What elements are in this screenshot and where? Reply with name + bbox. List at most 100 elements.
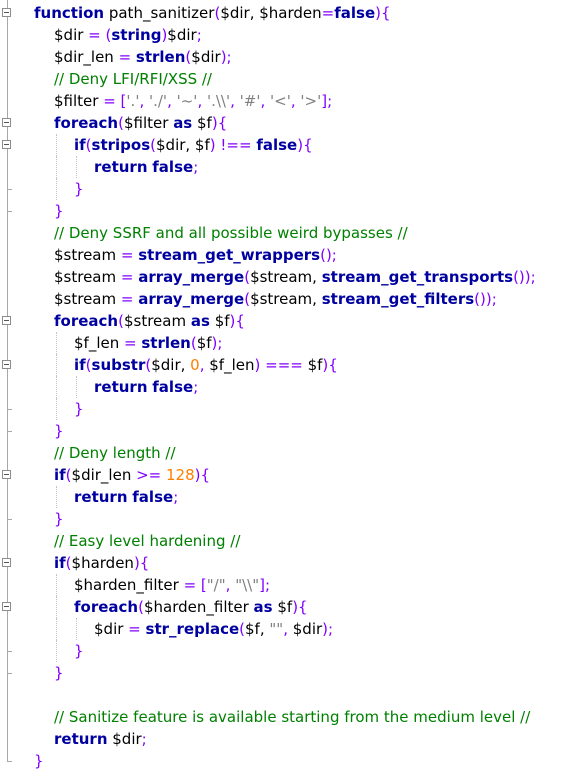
code-line[interactable]: if($dir_len >= 128){ [54, 464, 210, 486]
code-token: } [34, 752, 44, 770]
code-token: as [190, 312, 210, 330]
code-line[interactable]: // Sanitize feature is available startin… [54, 706, 530, 728]
code-token: "" [269, 620, 284, 638]
code-editor[interactable]: function path_sanitizer($dir, $harden=fa… [0, 0, 565, 775]
code-line[interactable]: return false; [74, 486, 178, 508]
code-token: string [111, 26, 162, 44]
code-line[interactable]: $stream = stream_get_wrappers(); [54, 244, 337, 266]
code-token: return [94, 378, 148, 396]
code-line[interactable]: $dir_len = strlen($dir); [54, 46, 232, 68]
code-token: $f [307, 356, 323, 374]
code-token: $filter [123, 114, 174, 132]
code-line[interactable]: } [54, 662, 64, 684]
indent-guide [56, 574, 57, 596]
code-line[interactable]: return false; [94, 156, 198, 178]
code-line[interactable]: // Deny LFI/RFI/XSS // [54, 68, 212, 90]
code-line[interactable]: } [74, 178, 84, 200]
code-token: '<' [270, 92, 291, 110]
code-line[interactable]: foreach($filter as $f){ [54, 112, 227, 134]
code-token: $f [192, 114, 212, 132]
code-token: $stream [123, 312, 191, 330]
code-line[interactable]: } [34, 750, 44, 772]
code-token: '>' [300, 92, 322, 110]
fold-toggle-icon[interactable] [2, 602, 11, 611]
code-token: } [54, 510, 64, 528]
code-token: // Deny LFI/RFI/XSS // [54, 70, 212, 88]
code-token: $filter [54, 92, 104, 110]
indent-guide [56, 134, 57, 156]
code-token: ]; [321, 92, 333, 110]
code-line[interactable]: $filter = ['.', './', '~', '.\\', '#', '… [54, 90, 332, 112]
fold-toggle-icon[interactable] [2, 470, 11, 479]
code-line[interactable]: foreach($harden_filter as $f){ [74, 596, 308, 618]
code-token: , [290, 92, 301, 110]
code-token: strlen [135, 48, 186, 66]
fold-toggle-icon[interactable] [2, 360, 11, 369]
code-line[interactable]: $stream = array_merge($stream, stream_ge… [54, 288, 497, 310]
code-line[interactable]: $stream = array_merge($stream, stream_ge… [54, 266, 536, 288]
code-line[interactable]: $harden_filter = ["/", "\\"]; [74, 574, 270, 596]
code-line[interactable]: } [74, 640, 84, 662]
code-token: ){ [322, 356, 338, 374]
code-line[interactable]: if($harden){ [54, 552, 149, 574]
code-line[interactable]: $dir = str_replace($f, "", $dir); [94, 618, 333, 640]
fold-end-marker [7, 431, 12, 432]
indent-guide [56, 354, 57, 376]
code-token: ; [193, 378, 199, 396]
indent-guide [56, 178, 57, 200]
code-token: $dir [191, 48, 221, 66]
code-line[interactable]: if(stripos($dir, $f) !== false){ [74, 134, 313, 156]
code-line[interactable]: return $dir; [54, 728, 147, 750]
code-line[interactable]: // Easy level hardening // [54, 530, 240, 552]
code-token: = [321, 4, 335, 22]
fold-toggle-icon[interactable] [2, 118, 11, 127]
code-line[interactable]: foreach($stream as $f){ [54, 310, 245, 332]
code-token: $dir, [151, 356, 191, 374]
code-token: $harden_filter [74, 576, 184, 594]
indent-guide [56, 332, 57, 354]
code-line[interactable]: } [54, 420, 64, 442]
code-line[interactable]: $dir = (string)$dir; [54, 24, 202, 46]
code-token: $f [272, 598, 293, 616]
indent-guide [76, 376, 77, 398]
code-line[interactable]: } [74, 398, 84, 420]
fold-gutter [0, 0, 14, 775]
code-token: ()); [474, 290, 497, 308]
code-token: './' [148, 92, 168, 110]
code-line[interactable]: } [54, 508, 64, 530]
code-token: ; [196, 26, 202, 44]
code-line[interactable]: $f_len = strlen($f); [74, 332, 222, 354]
code-line[interactable]: // Deny length // [54, 442, 176, 464]
code-token: // Deny length // [54, 444, 176, 462]
code-token: $f_len [209, 356, 255, 374]
code-line[interactable]: function path_sanitizer($dir, $harden=fa… [34, 2, 391, 24]
code-token: $dir [54, 26, 89, 44]
code-token: $dir, $harden [220, 4, 322, 22]
indent-guide [76, 156, 77, 178]
code-line[interactable]: } [54, 200, 64, 222]
code-token: = ( [88, 26, 112, 44]
code-token: 128 [166, 466, 195, 484]
code-line[interactable]: if(substr($dir, 0, $f_len) === $f){ [74, 354, 338, 376]
code-line[interactable]: // Deny SSRF and all possible weird bypa… [54, 222, 408, 244]
code-line[interactable]: return false; [94, 376, 198, 398]
code-token: if [74, 136, 86, 154]
fold-toggle-icon[interactable] [2, 8, 11, 17]
code-token: , [230, 92, 240, 110]
code-token: $harden [71, 554, 134, 572]
code-token: = [120, 290, 139, 308]
fold-toggle-icon[interactable] [2, 558, 11, 567]
fold-line [7, 0, 8, 761]
code-token: >= [136, 466, 167, 484]
code-token: '.\\' [206, 92, 231, 110]
code-token: $harden_filter [143, 598, 254, 616]
fold-toggle-icon[interactable] [2, 140, 11, 149]
fold-toggle-icon[interactable] [2, 316, 11, 325]
code-token: as [173, 114, 193, 132]
code-token: return [54, 730, 108, 748]
code-token: path_sanitizer [104, 4, 215, 22]
code-token: , [197, 92, 207, 110]
code-token: $dir_len [54, 48, 119, 66]
code-token: ){ [229, 312, 245, 330]
code-token: } [74, 400, 84, 418]
